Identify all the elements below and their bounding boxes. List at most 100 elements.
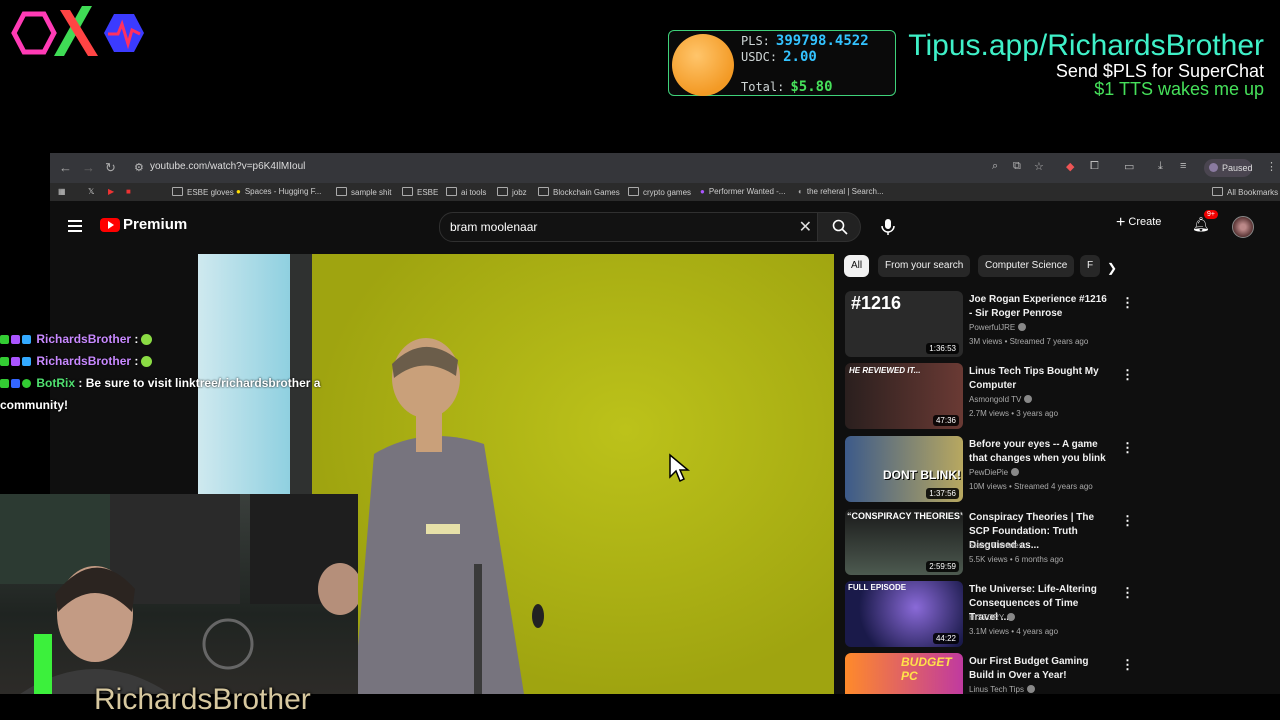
verified-badge-icon bbox=[22, 379, 31, 388]
back-icon[interactable]: ← bbox=[59, 160, 72, 175]
bookmark-item[interactable]: Blockchain Games bbox=[538, 187, 620, 197]
browser-toolbar: ← → ↻ ⚙ youtube.com/watch?v=p6K4IlMIoul … bbox=[50, 153, 1280, 183]
video-meta: 3.1M views • 4 years ago bbox=[969, 627, 1059, 636]
media-controls-icon[interactable]: ≡ bbox=[1180, 160, 1186, 172]
youtube-play-icon bbox=[100, 217, 120, 232]
emote-icon bbox=[141, 334, 153, 345]
account-avatar[interactable] bbox=[1232, 216, 1254, 238]
speaker-figure bbox=[354, 338, 544, 694]
address-bar[interactable]: ⚙ youtube.com/watch?v=p6K4IlMIoul bbox=[130, 158, 1070, 178]
verified-icon bbox=[1027, 685, 1035, 693]
profile-paused-button[interactable]: Paused bbox=[1204, 159, 1253, 177]
video-title[interactable]: Our First Budget Gaming Build in Over a … bbox=[969, 655, 1109, 683]
paused-label: Paused bbox=[1222, 163, 1253, 173]
tip-url: Tipus.app/RichardsBrother bbox=[908, 29, 1264, 62]
more-options-icon[interactable]: ⋮ bbox=[1121, 657, 1134, 673]
zoom-icon[interactable]: ⌕ bbox=[992, 160, 998, 173]
bookmark-item[interactable]: ● Spaces - Hugging F... bbox=[236, 187, 321, 196]
apps-icon[interactable]: ▦ bbox=[58, 187, 66, 196]
chip-computer-science[interactable]: Computer Science bbox=[978, 255, 1075, 277]
hamburger-menu-icon[interactable] bbox=[68, 220, 82, 235]
install-icon[interactable]: ⧉ bbox=[1013, 160, 1021, 173]
tip-line-2: $1 TTS wakes me up bbox=[1094, 79, 1264, 99]
chat-username: BotRix bbox=[36, 376, 76, 390]
recommendation-item[interactable]: “CONSPIRACY THEORIES” 2:59:59 Conspiracy… bbox=[845, 509, 1145, 579]
side-panel-icon[interactable]: ▭ bbox=[1124, 160, 1134, 173]
channel-name[interactable]: HISTORY bbox=[969, 613, 1016, 622]
bookmarks-bar: ▦ 𝕏 ▶ ■ ESBE gloves ● Spaces - Hugging F.… bbox=[50, 183, 1280, 201]
extensions-puzzle-icon[interactable]: ⧠ bbox=[1090, 160, 1099, 173]
verified-icon bbox=[1011, 468, 1020, 476]
chip-from-your-search[interactable]: From your search bbox=[878, 255, 971, 277]
extension-icon[interactable]: ◆ bbox=[1066, 160, 1074, 173]
chat-message: BotRix : Be sure to visit linktree/richa… bbox=[0, 376, 330, 398]
more-options-icon[interactable]: ⋮ bbox=[1121, 585, 1134, 601]
x-bookmark-icon[interactable]: 𝕏 bbox=[88, 187, 94, 196]
bookmark-item[interactable]: ● Performer Wanted -... bbox=[700, 187, 785, 196]
total-label: Total: bbox=[741, 80, 785, 94]
youtube-premium-logo[interactable]: Premium bbox=[100, 216, 187, 234]
reload-icon[interactable]: ↻ bbox=[105, 160, 116, 176]
video-thumbnail[interactable]: DONT BLINK! 1:37:56 bbox=[845, 436, 963, 502]
verified-icon bbox=[1024, 395, 1033, 403]
chat-username: RichardsBrother bbox=[36, 332, 132, 346]
bookmark-item[interactable]: crypto games bbox=[628, 187, 691, 197]
bookmark-item[interactable]: jobz bbox=[497, 187, 527, 197]
notification-count-badge: 9+ bbox=[1204, 210, 1218, 219]
plus-icon: + bbox=[1116, 214, 1126, 231]
video-thumbnail[interactable]: #1216 1:36:53 bbox=[845, 291, 963, 357]
video-title[interactable]: Before your eyes -- A game that changes … bbox=[969, 438, 1109, 466]
badge-icon bbox=[0, 335, 9, 344]
microphone-icon[interactable] bbox=[876, 215, 900, 239]
recommendation-item[interactable]: FULL EPISODE 44:22 The Universe: Life-Al… bbox=[845, 581, 1145, 651]
site-info-icon[interactable]: ⚙ bbox=[134, 161, 144, 174]
more-options-icon[interactable]: ⋮ bbox=[1121, 367, 1134, 383]
badge-icon bbox=[0, 379, 9, 388]
clear-search-icon[interactable]: ✕ bbox=[799, 217, 812, 237]
bookmark-item[interactable]: sample shit bbox=[336, 187, 391, 197]
youtube-bookmark-icon[interactable]: ▶ bbox=[108, 187, 114, 196]
recommendation-item[interactable]: #1216 1:36:53 Joe Rogan Experience #1216… bbox=[845, 291, 1145, 361]
usdc-value: 2.00 bbox=[783, 49, 817, 65]
video-meta: 2.7M views • 3 years ago bbox=[969, 409, 1059, 418]
bookmark-item[interactable]: ESBE gloves bbox=[172, 187, 234, 197]
video-thumbnail[interactable]: FULL EPISODE 44:22 bbox=[845, 581, 963, 647]
recommendation-item[interactable]: BUDGET PC Our First Budget Gaming Build … bbox=[845, 653, 1145, 694]
bookmark-item[interactable]: ◐ the reheral | Search... bbox=[798, 187, 884, 196]
notifications-button[interactable]: 🔔︎ 9+ bbox=[1192, 210, 1218, 234]
chevron-right-icon[interactable]: ❯ bbox=[1107, 261, 1117, 275]
video-thumbnail[interactable]: “CONSPIRACY THEORIES” 2:59:59 bbox=[845, 509, 963, 575]
chip-all[interactable]: All bbox=[844, 255, 870, 277]
video-thumbnail[interactable]: HE REVIEWED IT... 47:36 bbox=[845, 363, 963, 429]
chip-partial[interactable]: F bbox=[1080, 255, 1100, 277]
verified-icon bbox=[1018, 323, 1027, 331]
recommendation-item[interactable]: HE REVIEWED IT... 47:36 Linus Tech Tips … bbox=[845, 363, 1145, 433]
channel-name[interactable]: PowerfulJRE bbox=[969, 323, 1027, 332]
bookmark-red-icon[interactable]: ■ bbox=[126, 187, 131, 196]
bookmark-star-icon[interactable]: ☆ bbox=[1034, 160, 1044, 173]
video-title[interactable]: Linus Tech Tips Bought My Computer bbox=[969, 365, 1109, 393]
more-options-icon[interactable]: ⋮ bbox=[1121, 295, 1134, 311]
browser-menu-icon[interactable]: ⋮ bbox=[1266, 160, 1277, 173]
more-options-icon[interactable]: ⋮ bbox=[1121, 513, 1134, 529]
video-meta: 5.5K views • 6 months ago bbox=[969, 555, 1064, 564]
bookmark-item[interactable]: ESBE bbox=[402, 187, 438, 197]
tip-banner: Tipus.app/RichardsBrother Send $PLS for … bbox=[892, 29, 1264, 99]
channel-name[interactable]: PewDiePie bbox=[969, 468, 1020, 477]
search-button[interactable] bbox=[817, 212, 861, 242]
chat-message: RichardsBrother : bbox=[0, 332, 330, 354]
bookmark-item[interactable]: ai tools bbox=[446, 187, 486, 197]
channel-name[interactable]: Linus Tech Tips bbox=[969, 685, 1035, 694]
channel-name[interactable]: Sleep Theories bbox=[969, 541, 1023, 550]
all-bookmarks[interactable]: All Bookmarks bbox=[1212, 187, 1278, 197]
video-title[interactable]: Joe Rogan Experience #1216 - Sir Roger P… bbox=[969, 293, 1109, 321]
more-options-icon[interactable]: ⋮ bbox=[1121, 440, 1134, 456]
forward-icon[interactable]: → bbox=[82, 160, 95, 175]
verified-icon bbox=[1007, 613, 1016, 621]
recommendation-item[interactable]: DONT BLINK! 1:37:56 Before your eyes -- … bbox=[845, 436, 1145, 506]
channel-name[interactable]: Asmongold TV bbox=[969, 395, 1033, 404]
download-icon[interactable]: ⤓ bbox=[1158, 160, 1163, 173]
search-input[interactable]: bram moolenaar ✕ bbox=[439, 212, 819, 242]
create-button[interactable]: + Create bbox=[1116, 214, 1180, 238]
video-thumbnail[interactable]: BUDGET PC bbox=[845, 653, 963, 694]
